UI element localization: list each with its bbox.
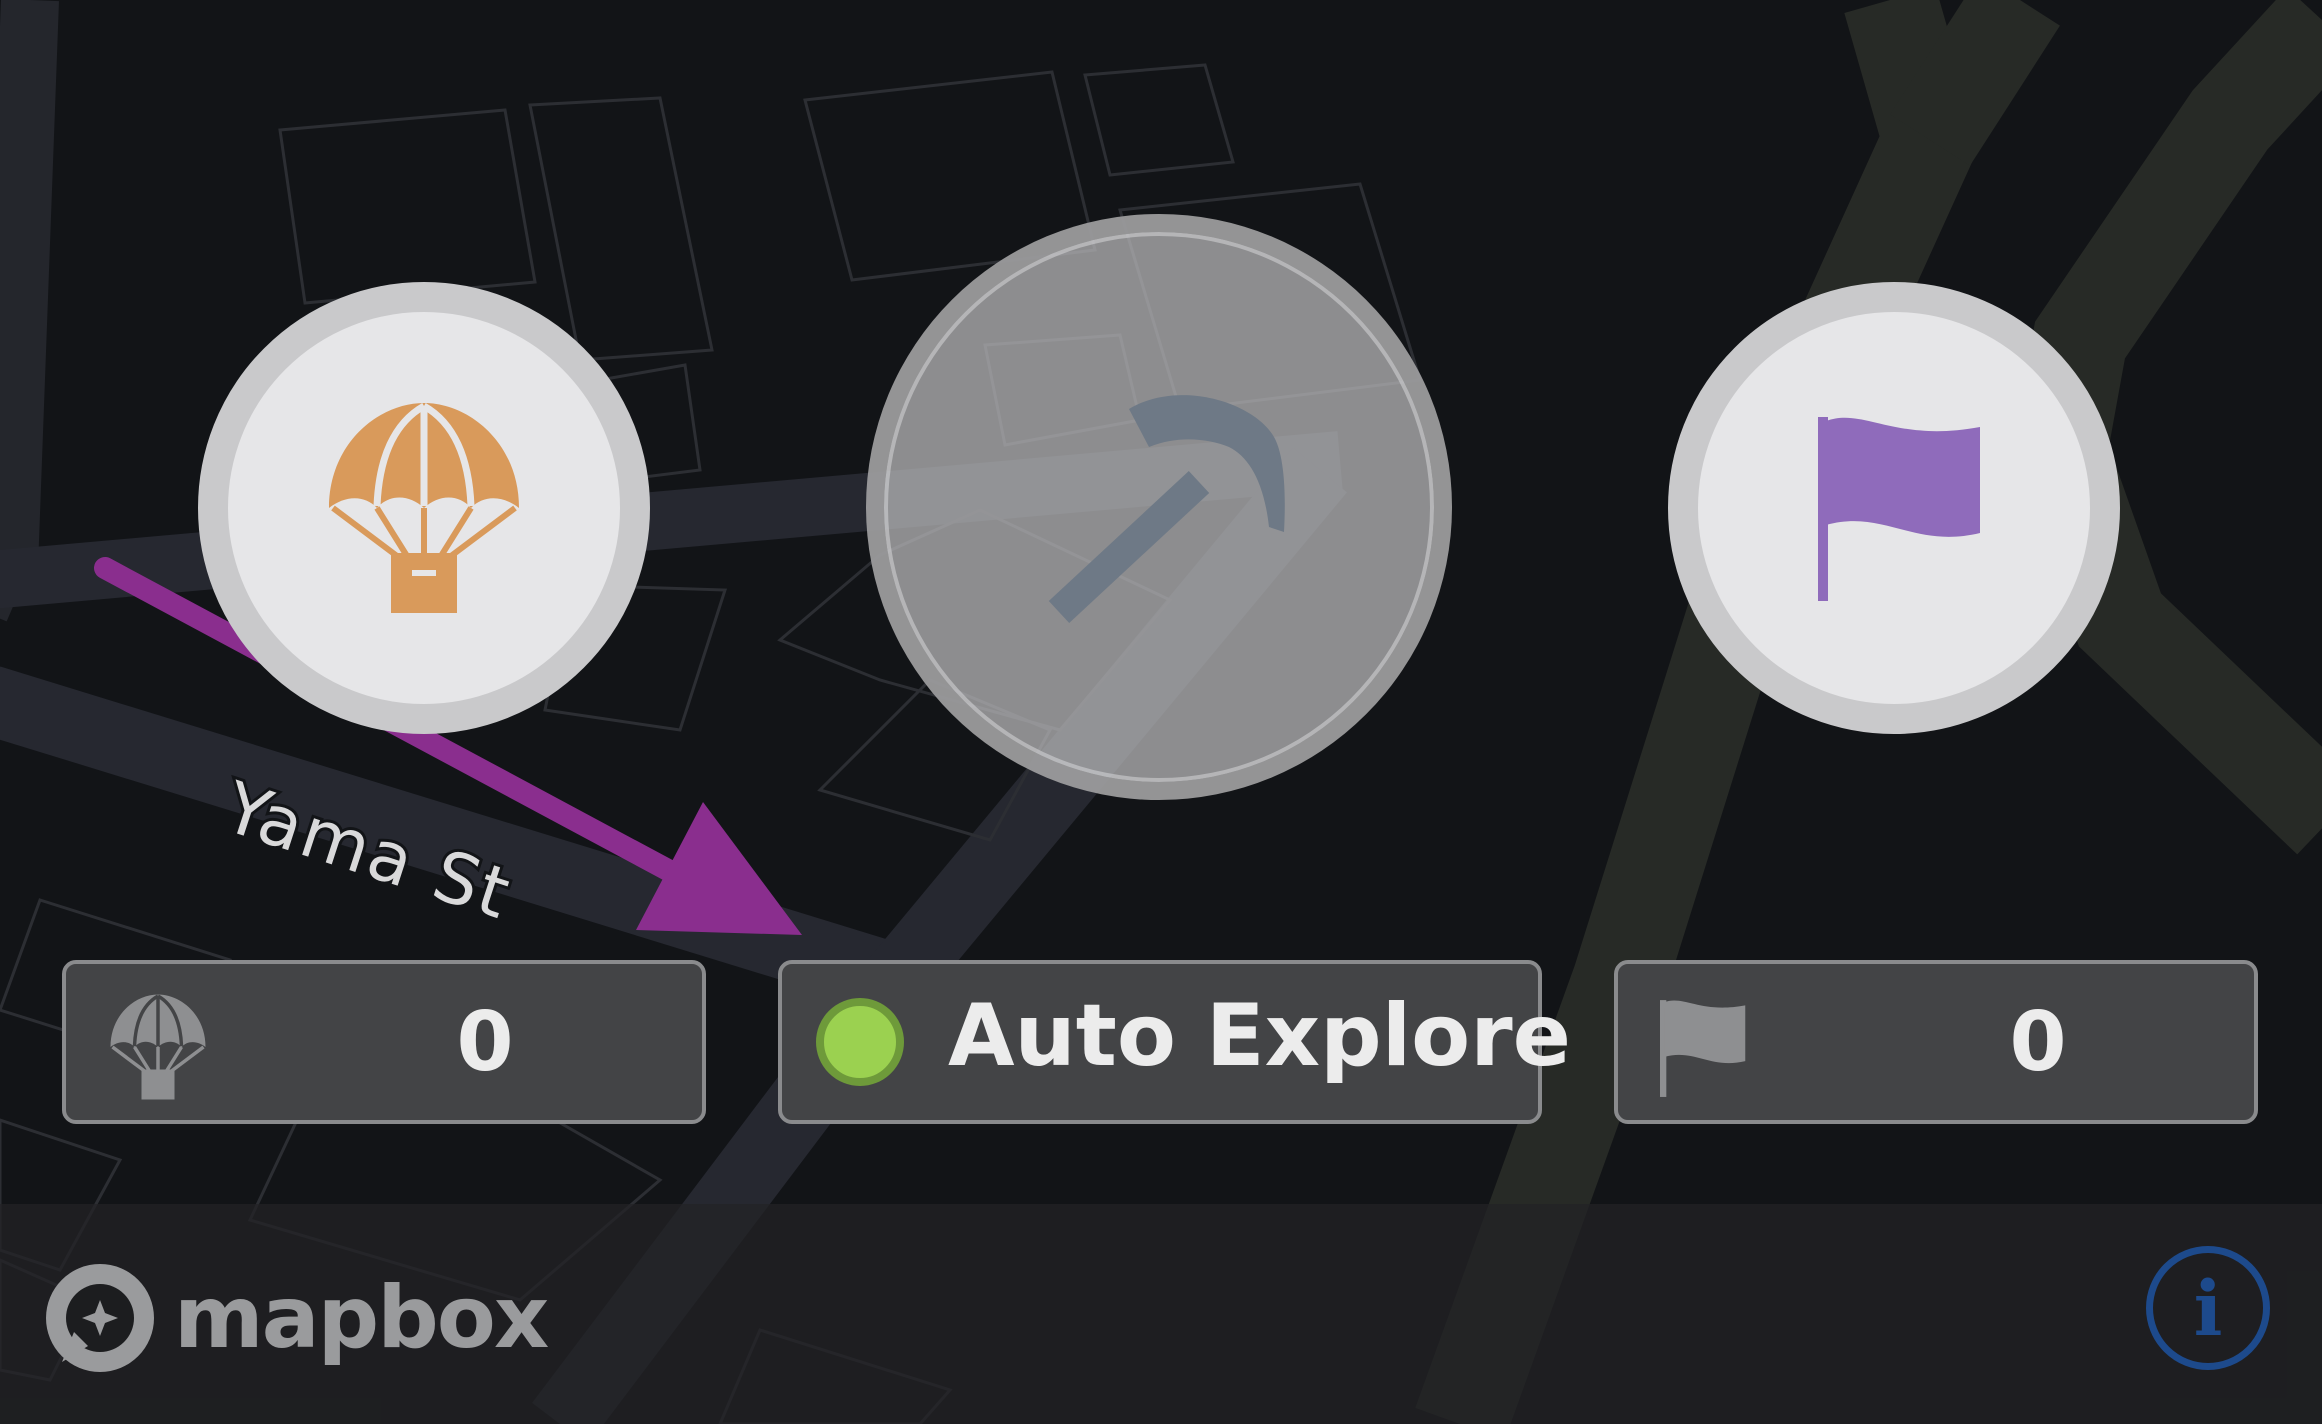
airdrops-count: 0 [456,994,514,1090]
auto-explore-label: Auto Explore [948,986,1571,1086]
flag-icon [1660,1000,1746,1097]
mine-button[interactable] [866,214,1452,800]
parachute-crate-icon [110,994,206,1100]
mapbox-logo-icon [46,1264,154,1372]
parachute-crate-icon [329,402,519,613]
flag-button[interactable] [1668,282,2120,734]
airdrops-counter[interactable]: 0 [62,960,706,1124]
pickaxe-icon [1048,395,1285,623]
flag-icon [1818,417,1980,601]
mapbox-logo[interactable]: mapbox [44,1262,549,1374]
flags-count: 0 [2009,994,2067,1090]
auto-explore-status-indicator [816,998,904,1086]
info-button[interactable]: i [2146,1246,2270,1370]
flags-counter[interactable]: 0 [1614,960,2258,1124]
airdrop-button[interactable] [198,282,650,734]
info-icon: i [2193,1263,2223,1353]
road-left-vertical [0,0,59,622]
mapbox-wordmark: mapbox [174,1268,549,1368]
auto-explore-toggle[interactable]: Auto Explore [778,960,1571,1124]
